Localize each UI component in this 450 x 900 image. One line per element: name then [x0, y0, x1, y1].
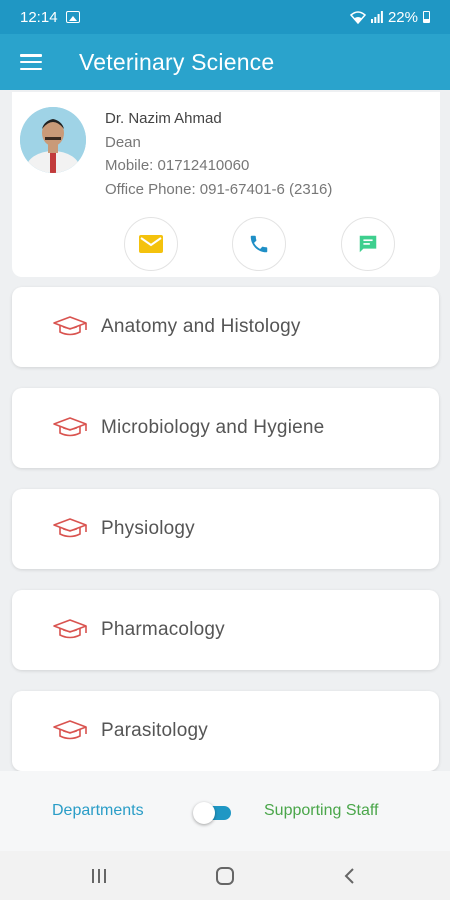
profile-name: Dr. Nazim Ahmad: [105, 110, 222, 127]
department-label: Parasitology: [101, 720, 208, 741]
signal-icon: [370, 11, 383, 23]
department-card-pharmacology[interactable]: Pharmacology: [12, 590, 439, 670]
call-button[interactable]: [232, 217, 286, 271]
department-label: Microbiology and Hygiene: [101, 417, 325, 438]
back-button[interactable]: [337, 863, 363, 889]
view-toggle-switch[interactable]: [193, 801, 233, 825]
profile-designation: Dean: [105, 133, 141, 151]
graduation-cap-icon: [53, 417, 87, 437]
view-toggle-bar: Departments Supporting Staff: [0, 771, 450, 851]
departments-toggle-label[interactable]: Departments: [52, 802, 144, 820]
app-bar: Veterinary Science: [0, 34, 450, 90]
status-bar: 12:14 22%: [0, 0, 450, 34]
graduation-cap-icon: [53, 619, 87, 639]
battery-text: 22%: [387, 8, 418, 26]
system-nav-bar: [0, 851, 450, 900]
recent-apps-button[interactable]: [86, 863, 112, 889]
profile-info: Dr. Nazim Ahmad Dean Mobile: 01712410060…: [105, 107, 332, 201]
page-title: Veterinary Science: [79, 48, 275, 75]
message-button[interactable]: [341, 217, 395, 271]
wifi-icon: [349, 10, 366, 24]
profile-office-phone: Office Phone: 091-67401-6 (2316): [105, 180, 333, 198]
graduation-cap-icon: [53, 720, 87, 740]
image-icon: [65, 11, 80, 23]
hamburger-menu-icon[interactable]: [20, 54, 42, 70]
department-card-physiology[interactable]: Physiology: [12, 489, 439, 569]
home-button[interactable]: [212, 863, 238, 889]
email-button[interactable]: [124, 217, 178, 271]
toggle-thumb: [193, 802, 215, 824]
battery-icon: [423, 11, 430, 23]
profile-mobile: Mobile: 01712410060: [105, 157, 250, 174]
department-card-parasitology[interactable]: Parasitology: [12, 691, 439, 771]
department-label: Physiology: [101, 518, 195, 539]
department-label: Pharmacology: [101, 619, 225, 640]
status-time: 12:14: [20, 8, 58, 26]
graduation-cap-icon: [53, 518, 87, 538]
avatar: [20, 107, 86, 173]
message-icon: [359, 235, 377, 253]
graduation-cap-icon: [53, 316, 87, 336]
status-right-group: 22%: [349, 8, 430, 26]
avatar-photo: [20, 107, 86, 173]
department-label: Anatomy and Histology: [101, 316, 301, 337]
department-card-microbiology[interactable]: Microbiology and Hygiene: [12, 388, 439, 468]
email-icon: [139, 235, 163, 253]
dean-profile-card: Dr. Nazim Ahmad Dean Mobile: 01712410060…: [12, 92, 440, 277]
supporting-staff-toggle-label[interactable]: Supporting Staff: [264, 802, 378, 820]
home-icon: [216, 867, 234, 885]
back-icon: [344, 868, 354, 884]
department-card-anatomy[interactable]: Anatomy and Histology: [12, 287, 439, 367]
phone-icon: [250, 235, 268, 253]
recent-apps-icon: [92, 869, 106, 883]
